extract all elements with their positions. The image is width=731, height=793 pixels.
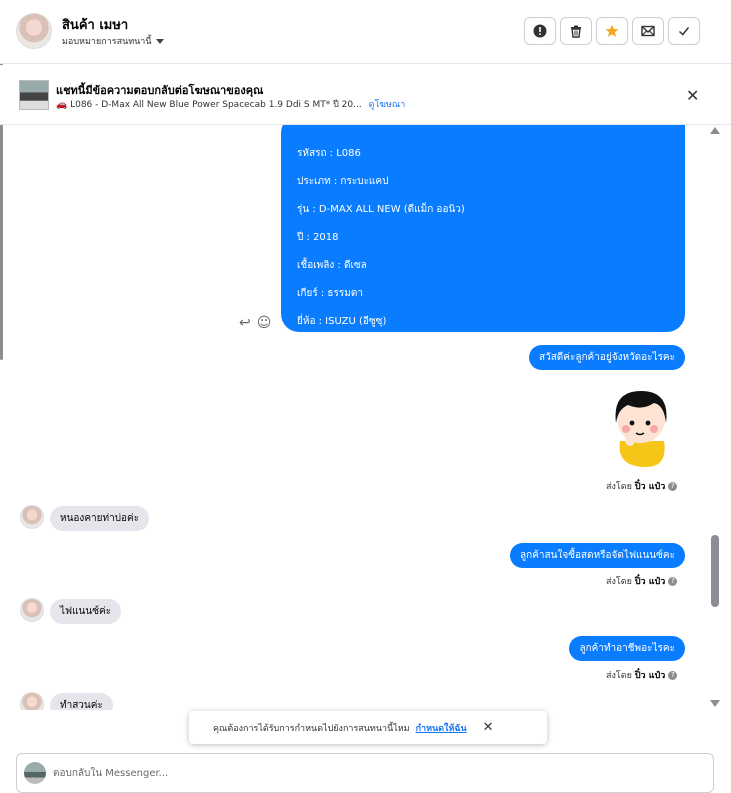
sent-by-prefix: ส่งโดย bbox=[606, 671, 632, 681]
sent-by-label: ส่งโดย ปิ๋ว แป๋ว ? bbox=[606, 574, 678, 588]
sticker bbox=[615, 391, 667, 467]
spam-button[interactable] bbox=[524, 17, 556, 45]
contact-avatar-small bbox=[20, 505, 44, 529]
assign-to-me-link[interactable]: กำหนดให้ฉัน bbox=[416, 721, 467, 735]
card-line: ประเภท : กระบะแคป bbox=[297, 176, 389, 187]
mark-unread-button[interactable] bbox=[632, 17, 664, 45]
assign-label: มอบหมายการสนทนานี้ bbox=[62, 37, 152, 47]
star-icon bbox=[605, 24, 619, 37]
contact-name[interactable]: สินค้า เมษา bbox=[62, 14, 128, 35]
assign-prompt-toast: คุณต้องการได้รับการกำหนดไปยังการสนทนานี้… bbox=[189, 711, 547, 744]
sent-by-prefix: ส่งโดย bbox=[606, 482, 632, 492]
vehicle-info-card: รหัสรถ : L086 ประเภท : กระบะแคป รุ่น : D… bbox=[281, 125, 685, 332]
emoji-react-icon[interactable]: ☺ bbox=[257, 315, 272, 331]
check-icon bbox=[678, 27, 690, 36]
sent-by-prefix: ส่งโดย bbox=[606, 577, 632, 587]
reply-icon[interactable]: ↩ bbox=[239, 315, 251, 331]
mark-unread-icon bbox=[641, 25, 655, 37]
assign-dropdown[interactable]: มอบหมายการสนทนานี้ bbox=[62, 34, 164, 48]
message-thread[interactable]: รหัสรถ : L086 ประเภท : กระบะแคป รุ่น : D… bbox=[0, 125, 710, 710]
conversation-header: สินค้า เมษา มอบหมายการสนทนานี้ bbox=[0, 0, 731, 64]
contact-avatar[interactable] bbox=[16, 13, 52, 49]
view-ad-link[interactable]: ดูโฆษณา bbox=[369, 100, 406, 110]
outgoing-message: สวัสดีค่ะลูกค้าอยู่จังหวัดอะไรคะ bbox=[528, 345, 685, 370]
close-banner-icon[interactable]: ✕ bbox=[686, 86, 699, 105]
page-avatar bbox=[24, 762, 46, 784]
help-icon[interactable]: ? bbox=[668, 481, 678, 491]
card-line: เกียร์ : ธรรมดา bbox=[297, 288, 363, 299]
mark-done-button[interactable] bbox=[668, 17, 700, 45]
outgoing-message: ลูกค้าสนใจซื้อสดหรือจัดไฟแนนซ์คะ bbox=[510, 543, 685, 568]
star-button[interactable] bbox=[596, 17, 628, 45]
ad-description: L086 - D-Max All New Blue Power Spacecab… bbox=[70, 100, 362, 110]
card-line: รหัสรถ : L086 bbox=[297, 148, 361, 159]
sent-by-label: ส่งโดย ปิ๋ว แป๋ว ? bbox=[606, 668, 678, 682]
close-toast-icon[interactable]: ✕ bbox=[483, 720, 494, 735]
sent-by-name: ปิ๋ว แป๋ว bbox=[634, 577, 666, 587]
incoming-message: ทำสวนค่ะ bbox=[50, 693, 113, 710]
sent-by-label: ส่งโดย ปิ๋ว แป๋ว ? bbox=[606, 479, 678, 493]
delete-button[interactable] bbox=[560, 17, 592, 45]
scroll-down-arrow[interactable] bbox=[710, 700, 720, 707]
ad-thumbnail bbox=[19, 80, 49, 110]
alert-icon bbox=[533, 24, 547, 38]
scrollbar-thumb[interactable] bbox=[711, 535, 719, 607]
scroll-up-arrow[interactable] bbox=[710, 127, 720, 134]
ad-reply-banner: แชทนี้มีข้อความตอบกลับต่อโฆษณาของคุณ 🚗 L… bbox=[0, 65, 731, 125]
reply-input[interactable]: ตอบกลับใน Messenger... bbox=[53, 766, 168, 781]
help-icon[interactable]: ? bbox=[668, 670, 678, 680]
toast-text: คุณต้องการได้รับการกำหนดไปยังการสนทนานี้… bbox=[213, 723, 410, 734]
outgoing-message: ลูกค้าทำอาชีพอะไรคะ bbox=[569, 636, 685, 661]
sent-by-name: ปิ๋ว แป๋ว bbox=[634, 671, 666, 681]
message-actions: ↩ ☺ bbox=[239, 315, 271, 331]
incoming-message: หนองคายท่าบ่อค่ะ bbox=[50, 506, 150, 531]
banner-subtitle: 🚗 L086 - D-Max All New Blue Power Spacec… bbox=[56, 97, 405, 111]
card-line: ปี : 2018 bbox=[297, 232, 339, 243]
contact-avatar-small bbox=[20, 598, 44, 622]
card-line: รุ่น : D-MAX ALL NEW (ดีแม็ก ออนิว) bbox=[297, 204, 465, 215]
contact-avatar-small bbox=[20, 692, 44, 710]
card-line: ยี่ห้อ : ISUZU (อีซูซุ) bbox=[297, 316, 387, 327]
help-icon[interactable]: ? bbox=[668, 576, 678, 586]
sent-by-name: ปิ๋ว แป๋ว bbox=[634, 482, 666, 492]
card-line: เชื้อเพลิง : ดีเซล bbox=[297, 260, 367, 271]
chevron-down-icon bbox=[155, 38, 164, 44]
trash-icon bbox=[571, 25, 581, 38]
reply-composer[interactable]: ตอบกลับใน Messenger... bbox=[16, 753, 714, 793]
car-icon: 🚗 bbox=[56, 100, 68, 110]
incoming-message: ไฟแนนซ์ค่ะ bbox=[50, 599, 122, 624]
